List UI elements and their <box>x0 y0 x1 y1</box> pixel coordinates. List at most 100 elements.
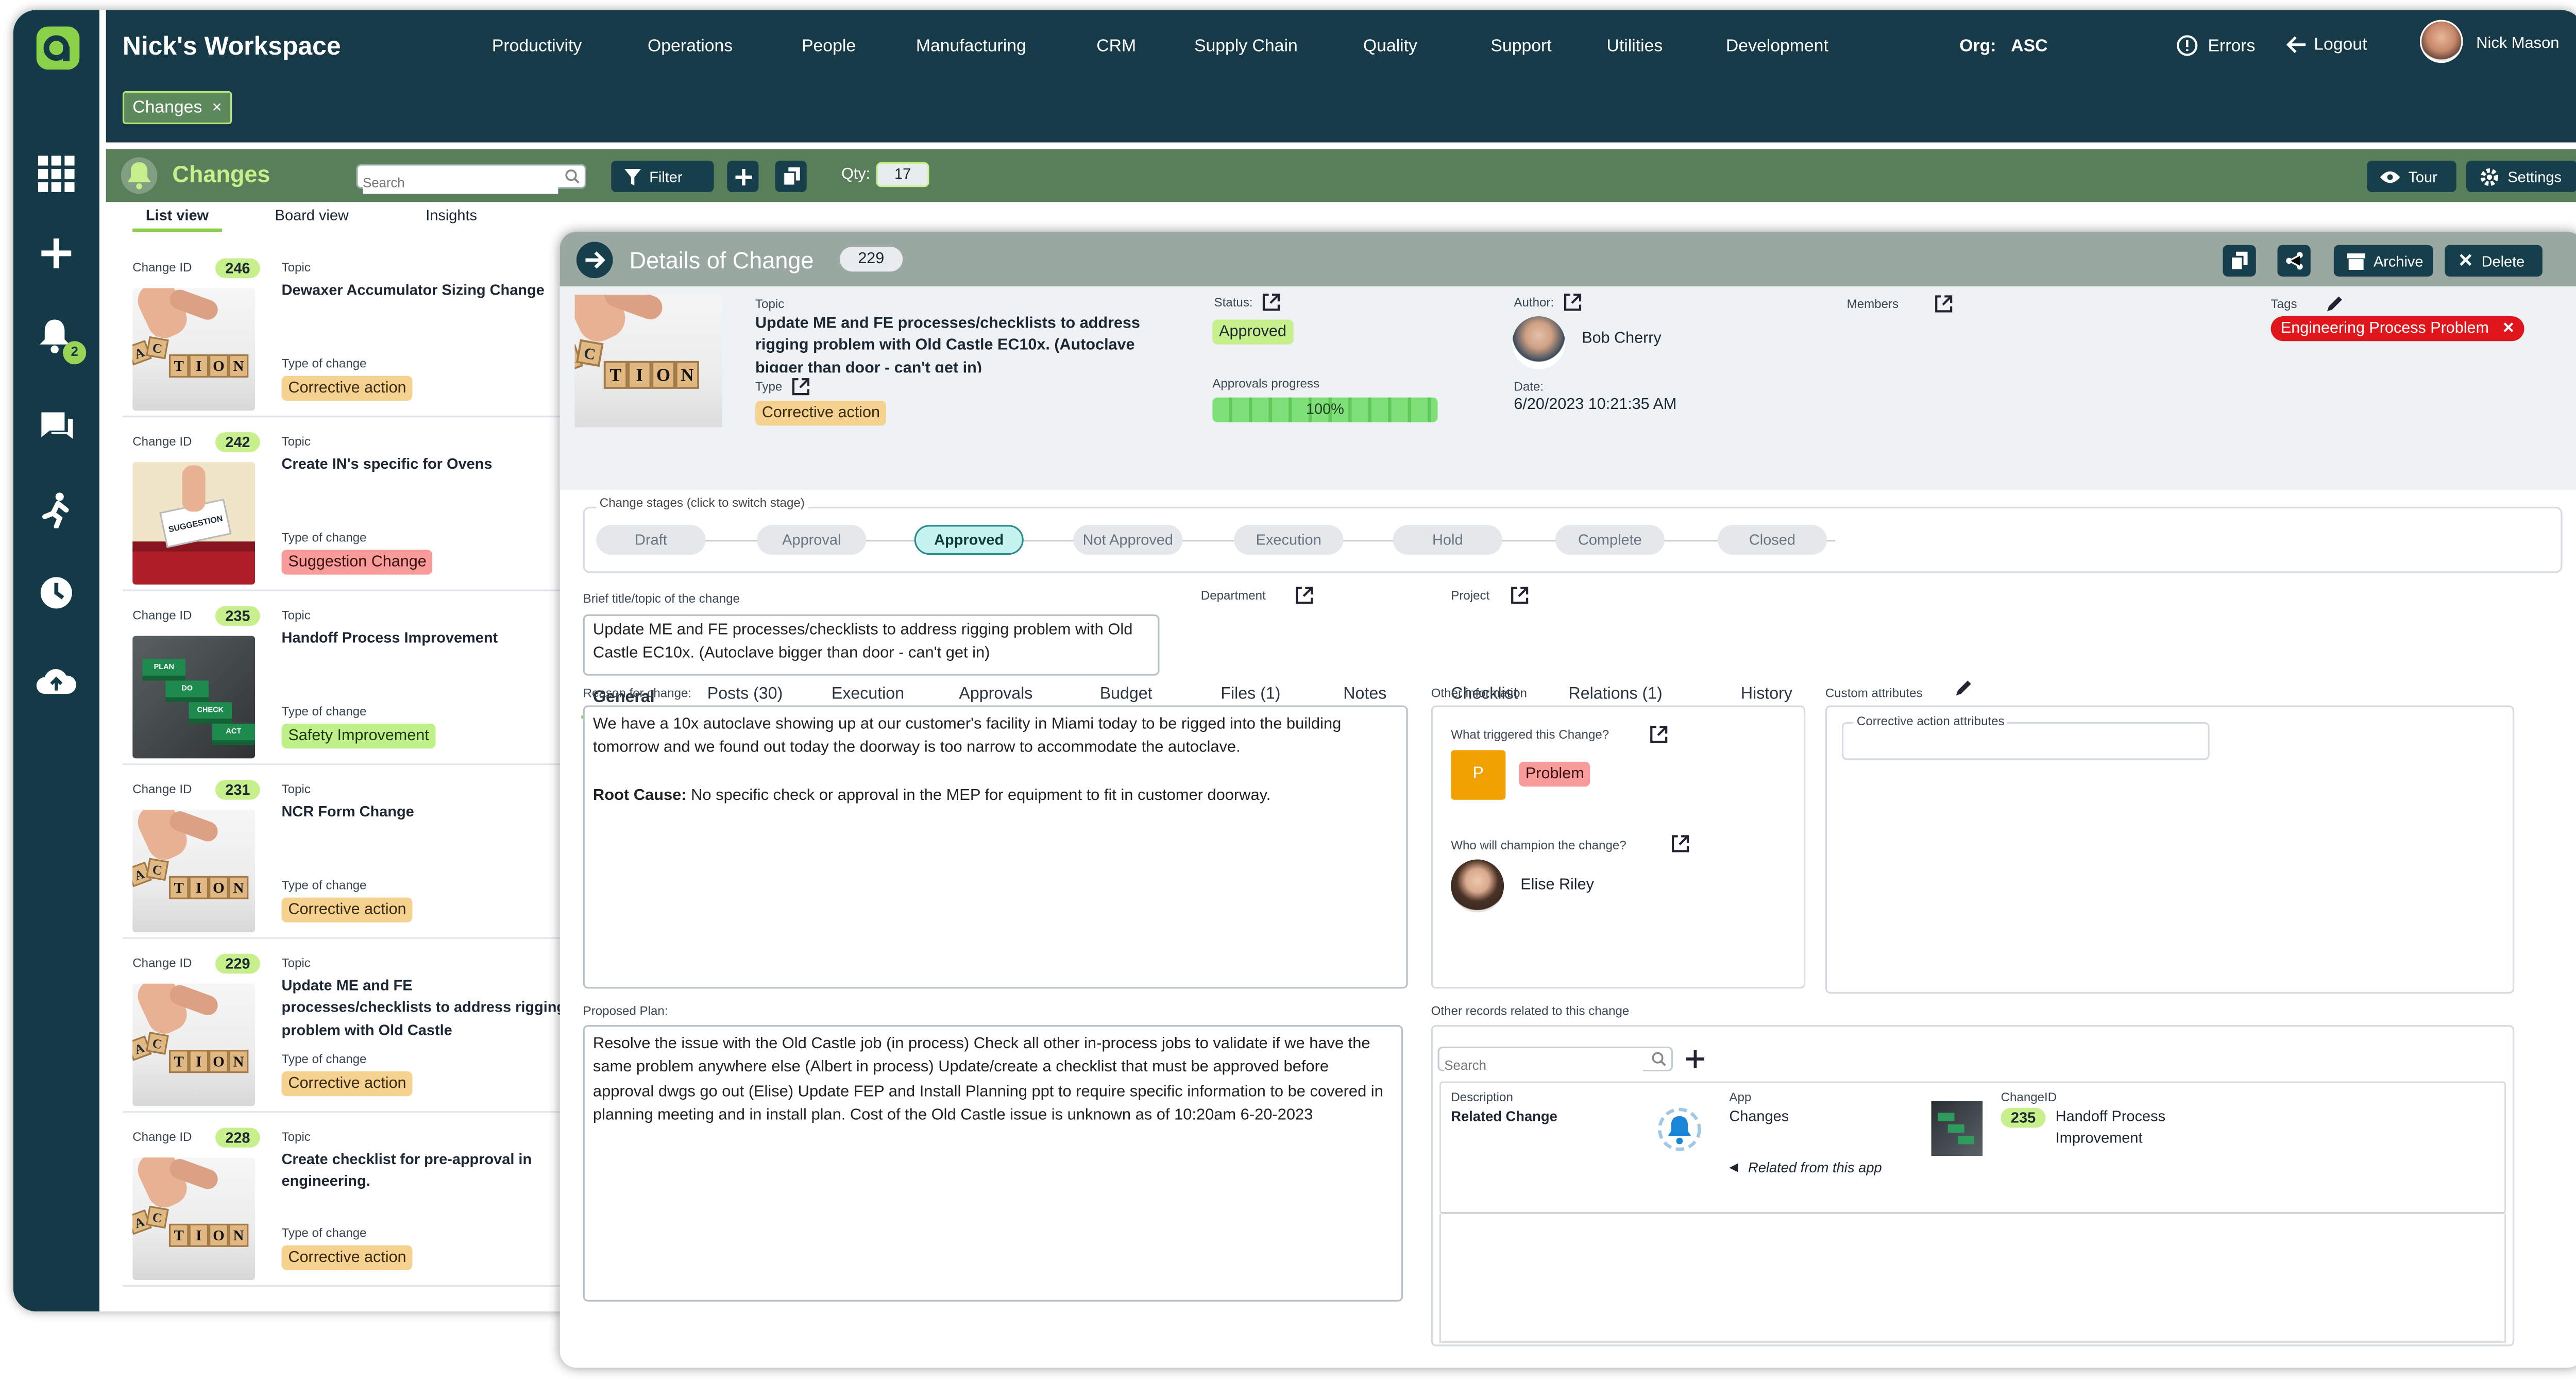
reason-field[interactable]: We have a 10x autoclave showing up at ou… <box>583 705 1408 989</box>
qty-value: 17 <box>876 162 929 187</box>
stage-approved[interactable]: Approved <box>914 525 1024 555</box>
duplicate-button[interactable] <box>2223 245 2256 277</box>
chat-icon[interactable] <box>38 411 75 443</box>
archive-label: Archive <box>2373 252 2424 269</box>
nav-item-operations[interactable]: Operations <box>648 37 733 57</box>
tab-files[interactable]: Files (1) <box>1221 686 1280 704</box>
tour-button[interactable]: Tour <box>2367 160 2456 192</box>
nav-item-utilities[interactable]: Utilities <box>1606 37 1663 57</box>
edit-author-icon[interactable] <box>1564 293 1582 311</box>
open-tab-changes[interactable]: Changes × <box>122 91 232 125</box>
search-input[interactable] <box>363 173 558 193</box>
stage-not-approved[interactable]: Not Approved <box>1073 525 1183 555</box>
nav-item-supply-chain[interactable]: Supply Chain <box>1194 37 1298 57</box>
stage-execution[interactable]: Execution <box>1234 525 1344 555</box>
tab-posts[interactable]: Posts (30) <box>707 686 783 704</box>
user-name[interactable]: Nick Mason <box>2476 35 2559 53</box>
edit-trigger-icon[interactable] <box>1650 725 1668 743</box>
copy-button[interactable] <box>775 160 807 192</box>
edit-project-icon[interactable] <box>1511 586 1529 604</box>
topic-label: Topic <box>281 955 311 970</box>
filter-button[interactable]: Filter <box>611 160 714 192</box>
root-cause-label: Root Cause: <box>592 786 687 805</box>
nav-item-manufacturing[interactable]: Manufacturing <box>916 37 1026 57</box>
view-tab-board[interactable]: Board view <box>275 207 349 224</box>
tag-chip-label: Engineering Process Problem <box>2280 319 2489 338</box>
close-tab-icon[interactable]: × <box>212 98 222 116</box>
app-logo-icon[interactable] <box>35 25 81 71</box>
stage-draft[interactable]: Draft <box>596 525 706 555</box>
change-id-label: Change ID <box>132 1129 192 1145</box>
edit-champion-icon[interactable] <box>1671 834 1689 852</box>
share-button[interactable] <box>2277 245 2311 277</box>
tab-relations[interactable]: Relations (1) <box>1569 686 1663 704</box>
edit-department-icon[interactable] <box>1295 586 1313 604</box>
list-item[interactable]: Change ID 228 T I O N A C Topic Create checklist … <box>122 1115 570 1287</box>
stage-complete[interactable]: Complete <box>1555 525 1665 555</box>
nav-item-support[interactable]: Support <box>1490 37 1551 57</box>
details-type-tag: Corrective action <box>755 401 887 426</box>
user-avatar[interactable] <box>2419 20 2463 63</box>
nav-item-quality[interactable]: Quality <box>1363 37 1417 57</box>
changes-app-icon <box>1656 1106 1703 1153</box>
edit-type-icon[interactable] <box>792 378 810 396</box>
nav-item-development[interactable]: Development <box>1726 37 1828 57</box>
delete-button[interactable]: ✕ Delete <box>2445 245 2543 277</box>
view-tab-list[interactable]: List view <box>132 207 222 232</box>
details-image: TIONAC <box>574 295 722 428</box>
apps-grid-icon[interactable] <box>38 156 75 192</box>
add-record-button[interactable] <box>727 160 759 192</box>
edit-members-icon[interactable] <box>1935 295 1953 313</box>
tab-budget[interactable]: Budget <box>1100 686 1153 704</box>
archive-button[interactable]: Archive <box>2333 245 2433 277</box>
tab-notes[interactable]: Notes <box>1343 686 1386 704</box>
org-value[interactable]: ASC <box>2011 37 2047 57</box>
errors-button[interactable]: Errors <box>2176 35 2255 57</box>
nav-item-productivity[interactable]: Productivity <box>492 37 582 57</box>
nav-item-people[interactable]: People <box>802 37 856 57</box>
logout-button[interactable]: Logout <box>2286 35 2367 55</box>
topic-text: Create checklist for pre-approval in eng… <box>281 1151 532 1190</box>
activity-run-icon[interactable] <box>40 492 73 528</box>
topic-text: Create IN's specific for Ovens <box>281 455 493 472</box>
workspace-title[interactable]: Nick's Workspace <box>123 33 341 63</box>
archive-box-icon <box>2347 252 2365 269</box>
author-label: Author: <box>1514 293 1582 311</box>
tab-execution[interactable]: Execution <box>832 686 904 704</box>
list-item[interactable]: Change ID 229 T I O N A C Topic Update ME and FE … <box>122 941 570 1113</box>
edit-status-icon[interactable] <box>1263 293 1281 311</box>
stage-closed[interactable]: Closed <box>1717 525 1827 555</box>
tab-history[interactable]: History <box>1741 686 1792 704</box>
pencil-icon[interactable] <box>1955 679 1973 697</box>
gear-icon <box>2480 166 2500 186</box>
copy-icon <box>2231 251 2248 270</box>
stage-approval[interactable]: Approval <box>757 525 867 555</box>
tag-chip[interactable]: Engineering Process Problem ✕ <box>2270 316 2525 342</box>
plan-field[interactable]: Resolve the issue with the Old Castle jo… <box>583 1025 1403 1302</box>
add-related-icon[interactable] <box>1686 1050 1705 1068</box>
cloud-upload-icon[interactable] <box>35 665 78 695</box>
stages-label: Change stages (click to switch stage) <box>596 495 808 510</box>
topic-label: Topic <box>281 781 311 797</box>
list-item[interactable]: Change ID 231 T I O N A C Topic NCR Form Change Ty… <box>122 766 570 939</box>
brief-title-field[interactable]: Update ME and FE processes/checklists to… <box>583 614 1160 676</box>
collapse-details-button[interactable] <box>576 242 613 279</box>
clock-icon[interactable] <box>40 576 73 609</box>
related-desc: Related Change <box>1451 1107 1557 1124</box>
remove-tag-icon[interactable]: ✕ <box>2502 319 2515 337</box>
tab-approvals[interactable]: Approvals <box>959 686 1032 704</box>
related-search-box[interactable] <box>1437 1046 1673 1076</box>
stage-hold[interactable]: Hold <box>1393 525 1502 555</box>
search-box[interactable] <box>356 164 587 193</box>
pencil-icon[interactable] <box>2326 295 2344 313</box>
filter-label: Filter <box>649 168 683 185</box>
related-search-input[interactable] <box>1444 1055 1643 1076</box>
nav-item-crm[interactable]: CRM <box>1096 37 1136 57</box>
icon-rail: 2 <box>13 10 99 1312</box>
add-icon[interactable] <box>40 237 73 270</box>
list-item[interactable]: Change ID 242 SUGGESTION Topic Create IN's s… <box>122 419 570 591</box>
view-tab-insights[interactable]: Insights <box>426 207 477 224</box>
list-item[interactable]: Change ID 235 PLAN DO CHECK ACT Topic Handoff P… <box>122 593 570 765</box>
settings-button[interactable]: Settings <box>2466 160 2576 192</box>
list-item[interactable]: Change ID 246 T I O N A C Topic Dewaxer Accumulat… <box>122 245 570 418</box>
